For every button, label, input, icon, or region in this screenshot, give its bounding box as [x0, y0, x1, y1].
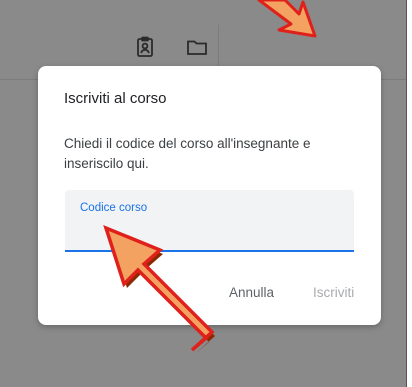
folder-icon[interactable] — [185, 35, 209, 59]
dialog-title: Iscriviti al corso — [64, 90, 167, 107]
class-code-label: Codice corso — [80, 202, 148, 214]
cancel-button[interactable]: Annulla — [223, 281, 280, 304]
annotation-arrow-top — [255, 0, 335, 44]
annotation-arrow-bottom — [96, 220, 221, 355]
dialog-description: Chiedi il codice del corso all'insegnant… — [64, 136, 311, 171]
join-button[interactable]: Iscriviti — [307, 281, 360, 304]
classroom-clipboard-icon[interactable] — [133, 35, 157, 59]
